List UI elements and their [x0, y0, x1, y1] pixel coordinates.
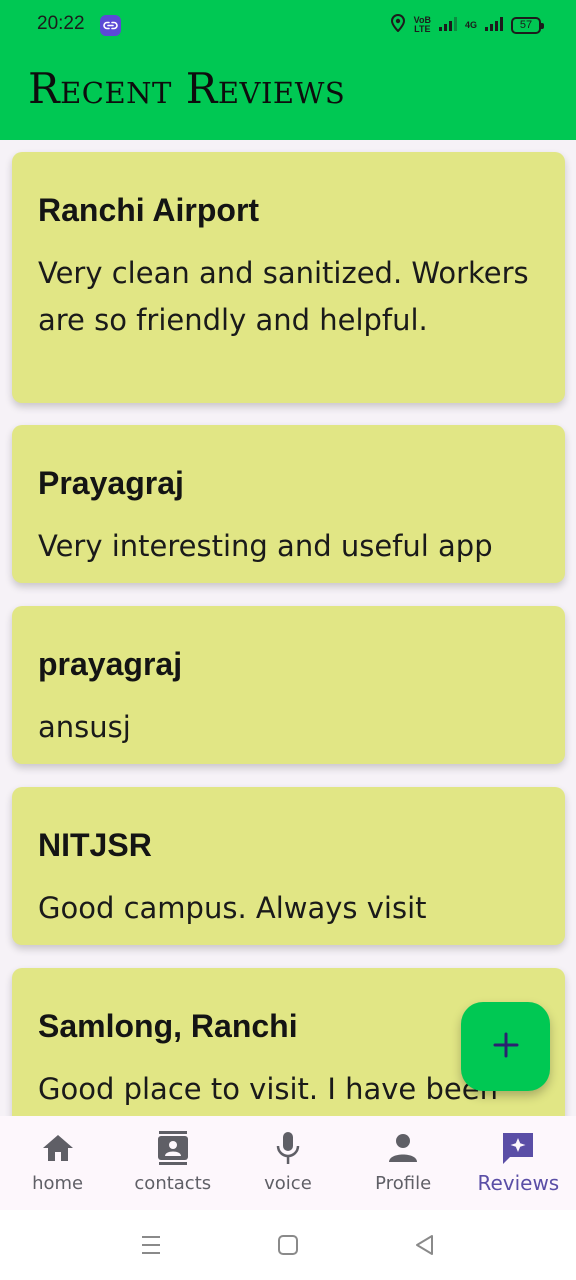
system-navigation-bar: [0, 1210, 576, 1280]
status-icons: VoB LTE 4G 57: [390, 13, 544, 36]
menu-icon[interactable]: [138, 1232, 164, 1258]
review-place: Prayagraj: [38, 465, 184, 501]
volte-indicator: VoB LTE: [413, 15, 431, 34]
person-icon: [385, 1130, 421, 1166]
reviews-list[interactable]: Ranchi Airport Very clean and sanitized.…: [0, 140, 576, 1116]
reviews-icon: [500, 1130, 536, 1166]
nav-item-voice[interactable]: voice: [230, 1116, 345, 1210]
review-card[interactable]: NITJSR Good campus. Always visit: [12, 787, 565, 945]
review-place: NITJSR: [38, 827, 152, 863]
network-type-indicator: 4G: [464, 19, 477, 30]
review-text: Very interesting and useful app: [38, 529, 493, 563]
back-icon[interactable]: [412, 1232, 438, 1258]
signal-2-icon: [485, 16, 503, 35]
review-card[interactable]: Prayagraj Very interesting and useful ap…: [12, 425, 565, 583]
review-text: ansusj: [38, 710, 131, 744]
review-text: Good campus. Always visit: [38, 891, 427, 925]
home-button-icon[interactable]: [275, 1232, 301, 1258]
microphone-icon: [270, 1130, 306, 1166]
app-header: 20:22 VoB LTE 4G 57 Recent Reviews: [0, 0, 576, 140]
nav-label: contacts: [134, 1173, 212, 1194]
review-text: Very clean and sanitized. Workers are so…: [38, 256, 529, 337]
nav-label: voice: [264, 1173, 312, 1194]
contacts-icon: [155, 1130, 191, 1166]
home-icon: [40, 1130, 76, 1166]
review-place: Samlong, Ranchi: [38, 1008, 298, 1044]
review-place: Ranchi Airport: [38, 192, 260, 228]
review-card[interactable]: prayagraj ansusj: [12, 606, 565, 764]
signal-icon: [438, 16, 457, 35]
nav-item-contacts[interactable]: contacts: [115, 1116, 230, 1210]
plus-icon: [493, 1032, 519, 1062]
add-review-button[interactable]: [461, 1002, 550, 1091]
nav-item-profile[interactable]: Profile: [346, 1116, 461, 1210]
review-place: prayagraj: [38, 646, 183, 682]
nav-label: home: [32, 1173, 84, 1194]
nav-label: Reviews: [477, 1171, 560, 1195]
page-title: Recent Reviews: [28, 64, 346, 113]
bottom-navigation: home contacts voice Profile Reviews: [0, 1116, 576, 1210]
status-bar: 20:22 VoB LTE 4G 57: [0, 0, 576, 52]
nav-item-home[interactable]: home: [0, 1116, 115, 1210]
review-card[interactable]: Ranchi Airport Very clean and sanitized.…: [12, 152, 565, 403]
link-app-icon: [100, 15, 121, 36]
status-time: 20:22: [37, 13, 85, 34]
location-icon: [390, 13, 406, 36]
battery-icon: 57: [511, 16, 544, 34]
nav-label: Profile: [375, 1173, 432, 1194]
nav-item-reviews[interactable]: Reviews: [461, 1116, 576, 1210]
